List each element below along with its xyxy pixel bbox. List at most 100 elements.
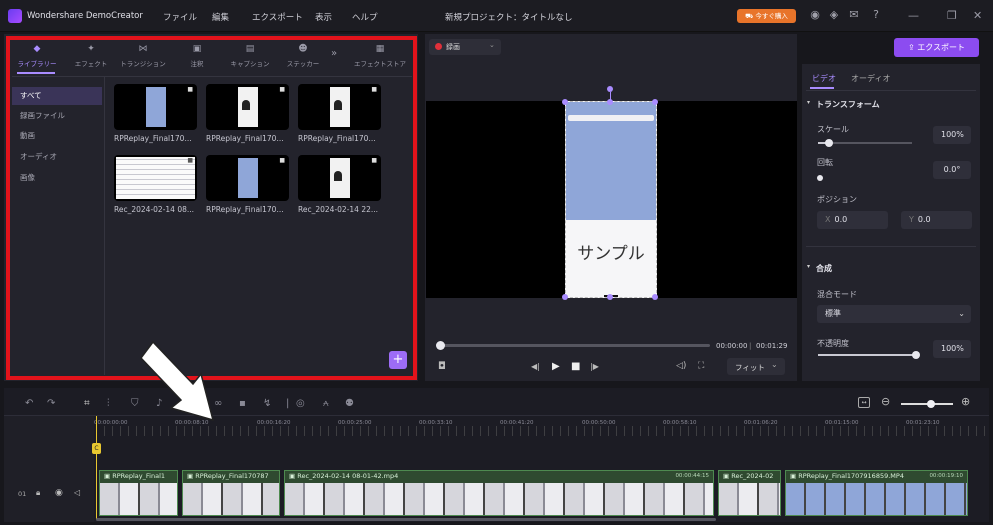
tab-effect-store[interactable]: ▦ エフェクトストア	[352, 44, 408, 68]
export-label: エクスポート	[917, 43, 965, 52]
category-video[interactable]: 動画	[12, 127, 102, 145]
maximize-icon[interactable]: ❐	[947, 9, 957, 22]
media-thumbnail[interactable]: ■	[206, 155, 289, 201]
category-recordings[interactable]: 録画ファイル	[12, 107, 102, 125]
playback-knob[interactable]	[436, 341, 445, 350]
fit-timeline-icon[interactable]: ↔	[858, 397, 870, 408]
ruler-label: 00:01:06:20	[744, 420, 778, 426]
eye-icon[interactable]: ◉	[55, 488, 63, 498]
tab-transitions[interactable]: ⋈ トランジション	[118, 44, 168, 68]
collapse-icon[interactable]: ▾	[807, 263, 810, 270]
rotate-value[interactable]: 0.0°	[933, 161, 971, 179]
minimize-icon[interactable]: —	[908, 9, 919, 22]
blend-mode-select[interactable]: 標準 ⌄	[817, 305, 971, 323]
record-dropdown[interactable]: 録画 ⌄	[429, 39, 501, 55]
position-y-field[interactable]: Y 0.0	[901, 211, 972, 229]
fit-dropdown[interactable]: フィット ⌄	[727, 358, 785, 375]
menu-file[interactable]: ファイル	[163, 11, 197, 23]
play-icon[interactable]: ▶	[552, 361, 560, 372]
category-all[interactable]: すべて	[12, 87, 102, 105]
rotate-label: 回転	[817, 158, 833, 167]
tutorial-icon[interactable]: ◈	[827, 8, 841, 22]
menu-edit[interactable]: 編集	[212, 11, 229, 23]
user-icon[interactable]: ◉	[808, 8, 822, 22]
crop-icon[interactable]: ⌗	[84, 398, 90, 409]
timeline-clip[interactable]: ▣ RPReplay_Final170787	[182, 470, 280, 516]
resize-handle[interactable]	[607, 99, 613, 105]
fullscreen-icon[interactable]: ⛶	[698, 361, 704, 371]
tab-captions[interactable]: ▤ キャプション	[225, 44, 275, 68]
phone-frame[interactable]: サンプル	[565, 101, 657, 298]
prev-frame-icon[interactable]: ◀|	[531, 362, 540, 371]
resize-handle[interactable]	[607, 294, 613, 300]
timeline-clip[interactable]: ▣ RPReplay_Final1707916859.MP4 00:00:19:…	[785, 470, 968, 516]
buy-button[interactable]: ⛟ 今すぐ購入	[737, 9, 796, 23]
split-icon[interactable]: ⫶	[107, 398, 110, 409]
scale-knob[interactable]	[825, 139, 833, 147]
opacity-value[interactable]: 100%	[933, 340, 971, 358]
y-label: Y	[909, 215, 914, 224]
stop-icon[interactable]: ■	[571, 361, 580, 372]
category-audio[interactable]: オーディオ	[12, 148, 102, 166]
playhead-line[interactable]	[96, 416, 97, 520]
close-icon[interactable]: ✕	[973, 9, 982, 22]
export-button[interactable]: ⇪ エクスポート	[894, 38, 979, 57]
resize-handle[interactable]	[652, 99, 658, 105]
more-tabs-icon[interactable]: »	[331, 48, 337, 59]
tab-annotations[interactable]: ▣ 注釈	[172, 44, 222, 68]
media-thumbnail[interactable]: ■	[298, 84, 381, 130]
timeline-clip[interactable]: ▣ Rec_2024-02	[718, 470, 781, 516]
lock-icon[interactable]: 🔒︎	[36, 488, 40, 498]
zoom-out-icon[interactable]: ⊖	[881, 395, 890, 408]
face-icon[interactable]: ⚉	[345, 398, 354, 409]
tab-library[interactable]: ◆ ライブラリー	[12, 44, 62, 68]
rotate-knob[interactable]	[817, 175, 823, 181]
undo-icon[interactable]: ↶	[25, 398, 33, 409]
scale-label: スケール	[817, 125, 849, 134]
media-thumbnail[interactable]: ■	[114, 155, 197, 201]
tab-effects[interactable]: ✦ エフェクト	[66, 44, 116, 68]
sample-text: サンプル	[577, 244, 645, 264]
help-icon[interactable]: ?	[869, 8, 883, 22]
resize-handle[interactable]	[562, 99, 568, 105]
tab-stickers[interactable]: ☻ ステッカー	[278, 44, 328, 68]
position-x-field[interactable]: X 0.0	[817, 211, 888, 229]
video-canvas[interactable]: サンプル	[426, 101, 797, 298]
timeline-scrollbar[interactable]	[96, 518, 716, 521]
playback-track[interactable]	[438, 344, 710, 347]
annotation-icon: ▣	[192, 44, 202, 54]
ruler-label: 00:00:16:20	[257, 420, 291, 426]
save-frame-icon[interactable]: ▪	[239, 398, 246, 409]
zoom-knob[interactable]	[927, 400, 935, 408]
ruler-label: 00:01:15:00	[825, 420, 859, 426]
resize-handle[interactable]	[562, 294, 568, 300]
menu-export[interactable]: エクスポート	[252, 11, 303, 23]
redo-icon[interactable]: ↷	[47, 398, 55, 409]
media-thumbnail[interactable]: ■	[206, 84, 289, 130]
menu-view[interactable]: 表示	[315, 11, 332, 23]
effects-icon[interactable]: ◎	[296, 398, 305, 409]
volume-icon[interactable]: ◁)	[676, 361, 686, 371]
media-thumbnail[interactable]: ■	[114, 84, 197, 130]
zoom-in-icon[interactable]: ⊕	[961, 395, 970, 408]
export-icon: ⇪	[907, 43, 915, 52]
media-thumbnail[interactable]: ■	[298, 155, 381, 201]
scale-value[interactable]: 100%	[933, 126, 971, 144]
category-image[interactable]: 画像	[12, 169, 102, 187]
mail-icon[interactable]: ✉	[847, 8, 861, 22]
opacity-knob[interactable]	[912, 351, 920, 359]
screenshot-icon[interactable]: ◘	[438, 361, 446, 372]
next-frame-icon[interactable]: |▶	[590, 362, 599, 371]
tab-video[interactable]: ビデオ	[812, 73, 836, 84]
marker-icon[interactable]: ⩜	[323, 398, 329, 409]
collapse-icon[interactable]: ▾	[807, 99, 810, 106]
tab-audio-props[interactable]: オーディオ	[851, 73, 890, 84]
timeline-clip[interactable]: ▣ Rec_2024-02-14 08-01-42.mp4 00:00:44:1…	[284, 470, 714, 516]
add-media-button[interactable]: +	[389, 351, 407, 369]
resize-handle[interactable]	[652, 294, 658, 300]
mute-icon[interactable]: ◁	[74, 488, 80, 497]
cursor-icon[interactable]: ↯	[263, 398, 271, 409]
timeline-clip[interactable]: ▣ RPReplay_Final1	[99, 470, 178, 516]
playhead-handle[interactable]: C	[92, 443, 101, 454]
menu-help[interactable]: ヘルプ	[352, 11, 378, 23]
